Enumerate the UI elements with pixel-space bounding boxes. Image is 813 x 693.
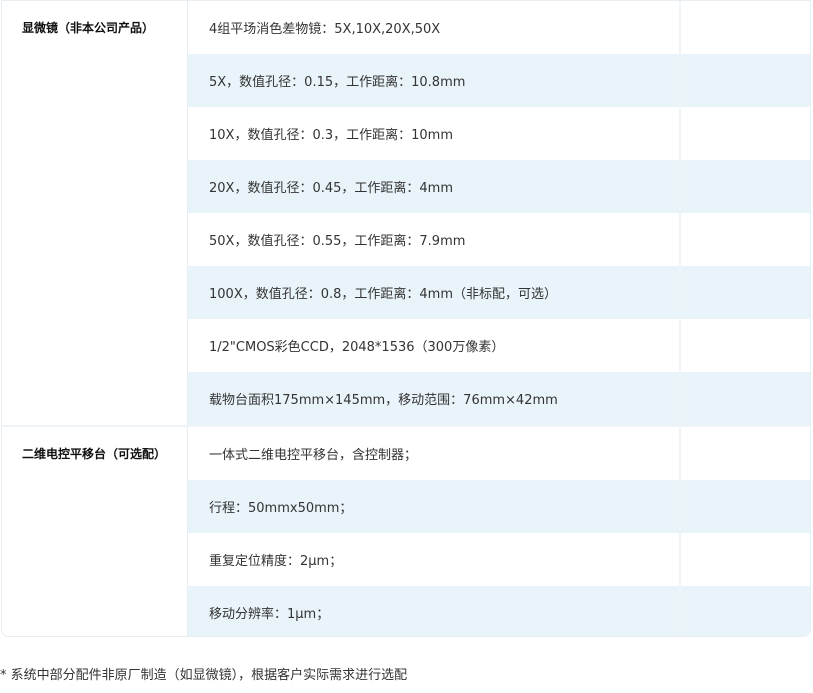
table-row: 重复定位精度：2μm； bbox=[188, 533, 810, 586]
spec-cell: 20X，数值孔径：0.45，工作距离：4mm bbox=[209, 181, 453, 196]
spec-group-microscope: 显微镜（非本公司产品） 4组平场消色差物镜：5X,10X,20X,50X 5X，… bbox=[2, 1, 810, 425]
table-row: 50X，数值孔径：0.55，工作距离：7.9mm bbox=[188, 213, 810, 266]
table-row: 4组平场消色差物镜：5X,10X,20X,50X bbox=[188, 1, 810, 54]
note-cell bbox=[679, 480, 810, 533]
spec-cell: 1/2"CMOS彩色CCD，2048*1536（300万像素） bbox=[209, 340, 505, 355]
note-cell bbox=[679, 319, 810, 372]
note-cell bbox=[679, 266, 810, 319]
table-row: 20X，数值孔径：0.45，工作距离：4mm bbox=[188, 160, 810, 213]
spec-cell: 50X，数值孔径：0.55，工作距离：7.9mm bbox=[209, 234, 466, 249]
spec-cell: 100X，数值孔径：0.8，工作距离：4mm（非标配，可选） bbox=[209, 287, 557, 302]
spec-cell: 行程：50mmx50mm； bbox=[209, 501, 353, 516]
spec-rows: 4组平场消色差物镜：5X,10X,20X,50X 5X，数值孔径：0.15，工作… bbox=[188, 1, 810, 425]
note-cell bbox=[679, 533, 810, 586]
spec-cell: 10X，数值孔径：0.3，工作距离：10mm bbox=[209, 128, 453, 143]
table-row: 1/2"CMOS彩色CCD，2048*1536（300万像素） bbox=[188, 319, 810, 372]
table-row: 行程：50mmx50mm； bbox=[188, 480, 810, 533]
spec-group-stage: 二维电控平移台（可选配） 一体式二维电控平移台，含控制器； 行程：50mmx50… bbox=[2, 425, 810, 636]
spec-cell: 5X，数值孔径：0.15，工作距离：10.8mm bbox=[209, 75, 466, 90]
note-cell bbox=[679, 160, 810, 213]
spec-cell: 4组平场消色差物镜：5X,10X,20X,50X bbox=[209, 22, 441, 37]
table-row: 载物台面积175mm×145mm，移动范围：76mm×42mm bbox=[188, 372, 810, 425]
note-cell bbox=[679, 1, 810, 54]
note-cell bbox=[679, 586, 810, 636]
spec-cell: 载物台面积175mm×145mm，移动范围：76mm×42mm bbox=[209, 393, 558, 408]
spec-cell: 一体式二维电控平移台，含控制器； bbox=[209, 448, 418, 463]
table-row: 一体式二维电控平移台，含控制器； bbox=[188, 427, 810, 480]
note-cell bbox=[679, 107, 810, 160]
note-cell bbox=[679, 54, 810, 107]
note-cell bbox=[679, 372, 810, 425]
footnote: * 系统中部分配件非原厂制造（如显微镜），根据客户实际需求进行选配 bbox=[0, 668, 408, 683]
spec-cell: 重复定位精度：2μm； bbox=[209, 554, 343, 569]
page: 显微镜（非本公司产品） 4组平场消色差物镜：5X,10X,20X,50X 5X，… bbox=[0, 0, 813, 693]
spec-cell: 移动分辨率：1μm； bbox=[209, 607, 330, 622]
spec-table: 显微镜（非本公司产品） 4组平场消色差物镜：5X,10X,20X,50X 5X，… bbox=[1, 0, 811, 637]
table-row: 10X，数值孔径：0.3，工作距离：10mm bbox=[188, 107, 810, 160]
note-cell bbox=[679, 427, 810, 480]
table-row: 5X，数值孔径：0.15，工作距离：10.8mm bbox=[188, 54, 810, 107]
table-row: 100X，数值孔径：0.8，工作距离：4mm（非标配，可选） bbox=[188, 266, 810, 319]
spec-rows: 一体式二维电控平移台，含控制器； 行程：50mmx50mm； 重复定位精度：2μ… bbox=[188, 427, 810, 636]
category-label: 二维电控平移台（可选配） bbox=[2, 427, 188, 636]
category-label: 显微镜（非本公司产品） bbox=[2, 1, 188, 425]
note-cell bbox=[679, 213, 810, 266]
table-row: 移动分辨率：1μm； bbox=[188, 586, 810, 636]
